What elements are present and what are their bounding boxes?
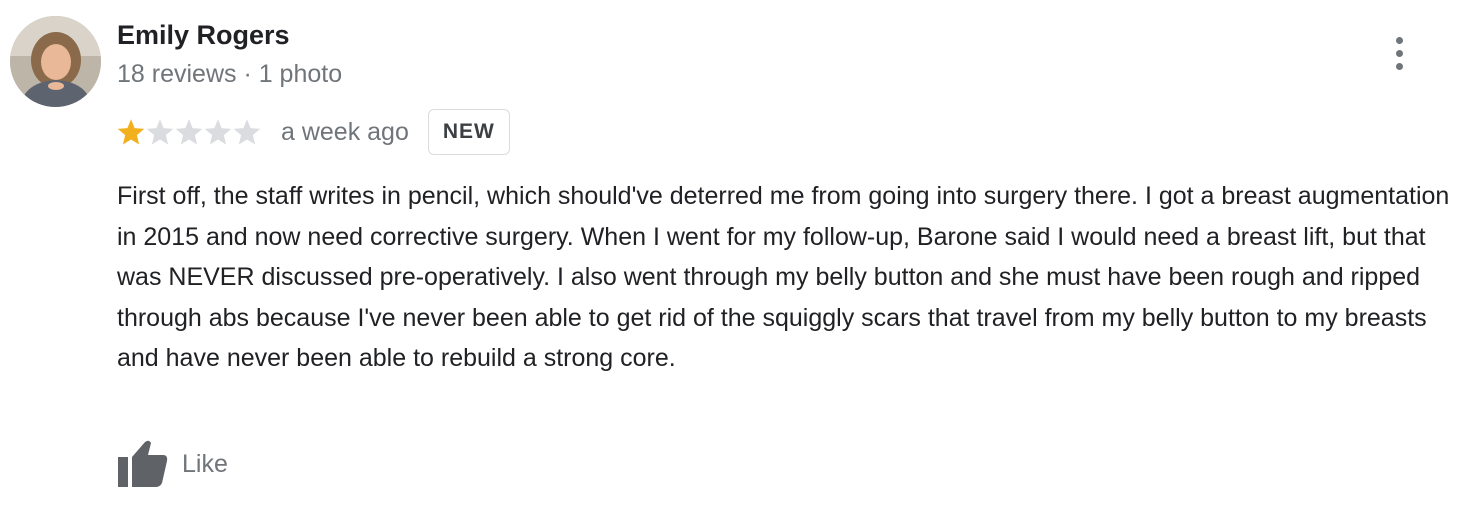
review-text: First off, the staff writes in pencil, w… [117,182,1450,372]
more-options-button[interactable] [1380,30,1418,76]
thumbs-up-icon [118,440,168,487]
rating-row: a week ago NEW [116,108,510,156]
like-label: Like [182,449,228,478]
review-card: Emily Rogers 18 reviews · 1 photo a week… [0,0,1471,512]
reviewer-avatar[interactable] [10,16,101,107]
star-rating [116,117,261,147]
reviewer-name[interactable]: Emily Rogers [117,18,290,52]
more-vert-icon-dot [1395,49,1403,57]
more-vert-icon-dot [1395,62,1403,70]
review-time: a week ago [281,117,409,146]
star-empty-icon [204,119,232,145]
like-button[interactable]: Like [116,438,228,490]
star-empty-icon [233,119,261,145]
star-filled-icon [117,119,145,145]
star-empty-icon [146,119,174,145]
star-empty-icon [175,119,203,145]
more-vert-icon [1395,36,1403,44]
new-badge: NEW [427,109,510,155]
reviewer-meta: 18 reviews · 1 photo [117,60,343,88]
avatar-photo-icon [10,16,101,107]
